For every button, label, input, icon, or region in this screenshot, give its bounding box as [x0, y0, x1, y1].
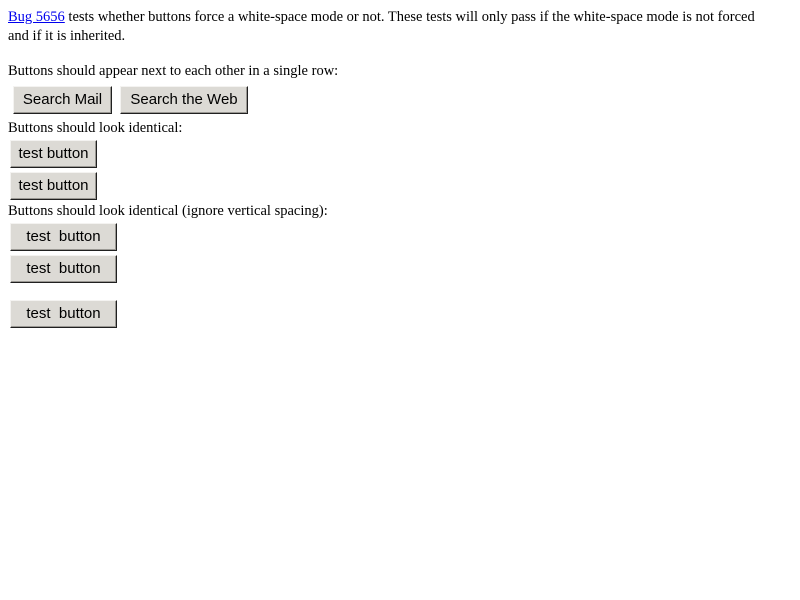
test-button-5[interactable]: test button [10, 300, 117, 328]
intro-text: tests whether buttons force a white-spac… [64, 9, 755, 25]
section3-label: Buttons should look identical (ignore ve… [8, 203, 328, 219]
test-button-4[interactable]: test button [10, 255, 117, 283]
section2-label: Buttons should look identical: [8, 120, 183, 136]
bug-link[interactable]: Bug 5656 [8, 9, 65, 25]
test-button-1[interactable]: test button [10, 140, 97, 168]
test-button-2[interactable]: test button [10, 172, 97, 200]
search-mail-button[interactable]: Search Mail [13, 86, 112, 114]
section1-label: Buttons should appear next to each other… [8, 63, 339, 79]
intro-line-2: and if it is inherited. [8, 28, 126, 44]
intro-line-1: Bug 5656 tests whether buttons force a w… [8, 8, 755, 27]
test-button-3[interactable]: test button [10, 223, 117, 251]
search-web-button[interactable]: Search the Web [120, 86, 248, 114]
